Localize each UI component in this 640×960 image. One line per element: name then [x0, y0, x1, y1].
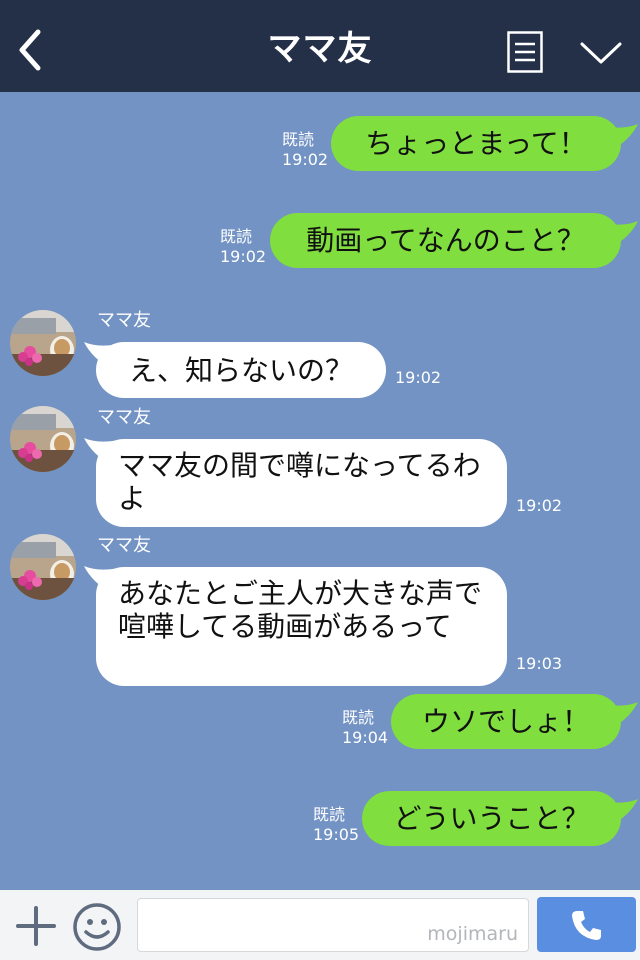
read-receipt: 既読 19:02 [282, 130, 328, 170]
outgoing-message[interactable]: どういうこと？ [362, 791, 621, 846]
sender-name: ママ友 [97, 407, 151, 428]
read-receipt: 既読 19:02 [220, 227, 266, 267]
message-text: ママ友の間で噂になってるわよ [118, 449, 481, 515]
outgoing-message[interactable]: 動画ってなんのこと？ [270, 213, 621, 268]
expand-button[interactable] [578, 38, 624, 68]
read-label: 既読 [342, 708, 375, 727]
sender-name: ママ友 [97, 535, 151, 556]
emoji-button[interactable] [72, 902, 122, 952]
chat-header: ママ友 [0, 0, 640, 92]
outgoing-message[interactable]: ウソでしょ！ [391, 694, 621, 749]
bubble-tail [604, 124, 638, 150]
message-time: 19:05 [313, 825, 360, 844]
chevron-down-icon [580, 42, 622, 64]
menu-button[interactable] [507, 31, 543, 73]
avatar[interactable] [10, 310, 76, 376]
sender-name: ママ友 [97, 310, 151, 331]
incoming-message[interactable]: え、知らないの？ [96, 342, 386, 398]
message-time: 19:02 [220, 247, 267, 266]
message-text: どういうこと？ [393, 802, 590, 835]
incoming-message[interactable]: あなたとご主人が大きな声で喧嘩してる動画があるって [96, 567, 507, 686]
read-label: 既読 [220, 227, 253, 246]
input-bar: mojimaru [0, 890, 640, 960]
bubble-tail [604, 702, 638, 728]
read-label: 既読 [313, 805, 346, 824]
smiley-icon [73, 903, 121, 951]
avatar[interactable] [10, 406, 76, 472]
message-input[interactable]: mojimaru [137, 898, 529, 952]
read-label: 既読 [282, 130, 315, 149]
incoming-message[interactable]: ママ友の間で噂になってるわよ [96, 439, 507, 527]
call-button[interactable] [537, 897, 636, 952]
message-time: 19:02 [282, 150, 329, 169]
phone-icon [571, 910, 601, 940]
bubble-tail [604, 799, 638, 825]
chat-area[interactable]: 既読 19:02 ちょっとまって！ 既読 19:02 動画ってなんのこと？ ママ… [0, 92, 640, 890]
chat-title: ママ友 [267, 29, 373, 69]
message-time: 19:02 [395, 368, 442, 387]
message-time: 19:03 [516, 654, 563, 673]
outgoing-message[interactable]: ちょっとまって！ [331, 116, 621, 171]
message-text: 動画ってなんのこと？ [306, 224, 585, 257]
bubble-tail [604, 221, 638, 247]
plus-icon [16, 906, 56, 946]
message-text: あなたとご主人が大きな声で喧嘩してる動画があるって [118, 577, 483, 643]
watermark: mojimaru [427, 923, 518, 945]
add-button[interactable] [14, 904, 58, 948]
menu-icon [507, 31, 543, 73]
message-time: 19:04 [342, 728, 389, 747]
avatar[interactable] [10, 534, 76, 600]
message-text: ウソでしょ！ [421, 705, 590, 738]
read-receipt: 既読 19:05 [313, 805, 359, 845]
message-time: 19:02 [516, 496, 563, 515]
read-receipt: 既読 19:04 [342, 708, 388, 748]
message-text: え、知らないの？ [128, 353, 353, 387]
message-text: ちょっとまって！ [365, 127, 587, 160]
